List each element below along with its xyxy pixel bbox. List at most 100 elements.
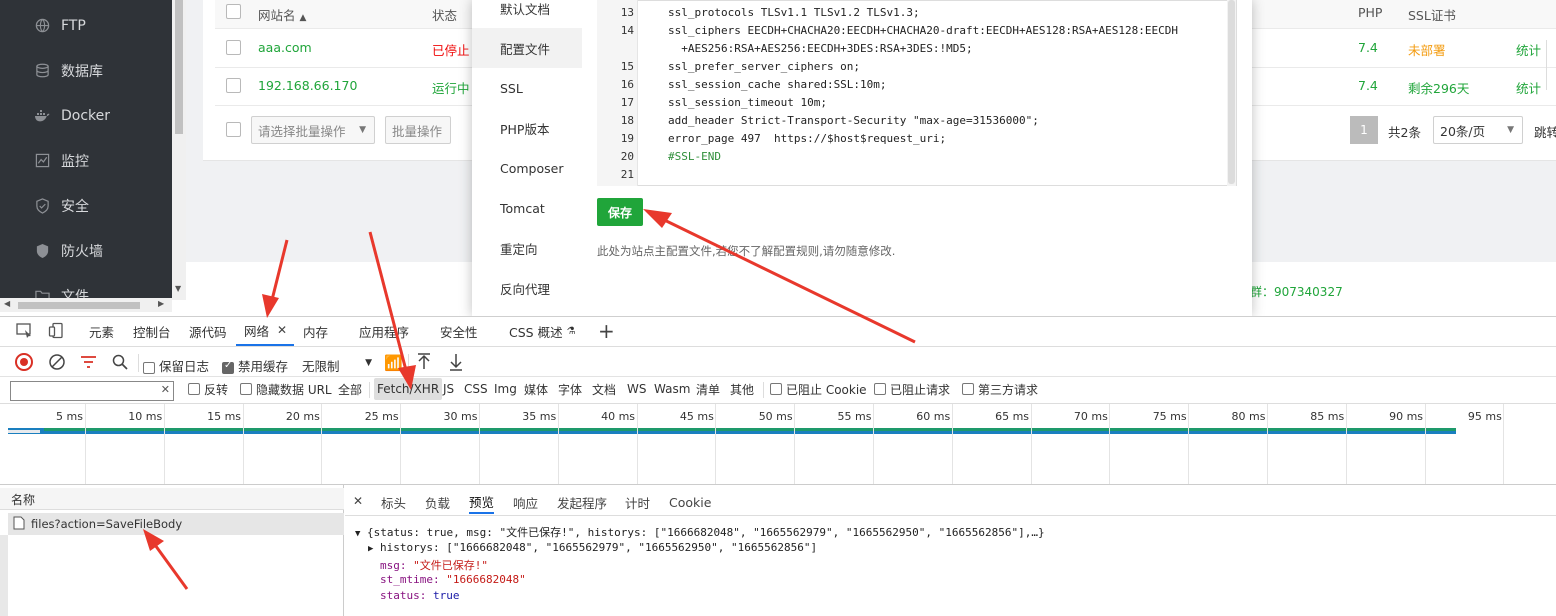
select-all-checkbox[interactable] [226, 4, 241, 19]
blocked-requests-checkbox[interactable]: 已阻止请求 [874, 378, 950, 400]
sidebar-item-database[interactable]: 数据库 [0, 48, 172, 93]
sidebar-item-files[interactable]: 文件 [0, 273, 172, 300]
menu-item-config-file[interactable]: 配置文件 [472, 28, 582, 68]
tab-network[interactable]: 网络 ✕ [236, 316, 294, 346]
filter-media[interactable]: 媒体 [524, 378, 548, 400]
menu-item-redirect[interactable]: 重定向 [472, 228, 582, 268]
page-current[interactable]: 1 [1350, 116, 1378, 144]
sidebar-item-firewall[interactable]: 防火墙 [0, 228, 172, 273]
throttle-select[interactable]: 无限制 ▼ [302, 356, 374, 375]
code-line[interactable]: error_page 497 https://$host$request_uri… [668, 132, 946, 145]
menu-item-reverse-proxy[interactable]: 反向代理 [472, 268, 582, 308]
menu-item-tomcat[interactable]: Tomcat [472, 188, 582, 228]
menu-item-composer[interactable]: Composer [472, 148, 582, 188]
column-header-name[interactable]: 名称 [11, 491, 35, 508]
filter-font[interactable]: 字体 [558, 378, 582, 400]
tab-console[interactable]: 控制台 [133, 316, 171, 346]
checkbox[interactable] [240, 383, 252, 395]
ssl-status[interactable]: 剩余296天 [1408, 78, 1469, 97]
scrollbar-thumb[interactable] [175, 0, 183, 134]
clear-input-icon[interactable]: ✕ [161, 383, 170, 396]
scroll-down-icon[interactable]: ▼ [175, 284, 181, 293]
code-line[interactable]: #SSL-END [668, 150, 721, 163]
tab-security[interactable]: 安全性 [440, 316, 478, 346]
third-party-checkbox[interactable]: 第三方请求 [962, 378, 1038, 400]
tab-payload[interactable]: 负载 [425, 490, 450, 514]
tab-cookies[interactable]: Cookie [669, 490, 711, 514]
tab-initiator[interactable]: 发起程序 [557, 490, 607, 514]
close-detail-icon[interactable]: ✕ [353, 494, 363, 508]
scrollbar-thumb[interactable] [1228, 0, 1235, 184]
filter-input[interactable]: ✕ [10, 381, 174, 401]
sidebar-item-monitor[interactable]: 监控 [0, 138, 172, 183]
ssl-status[interactable]: 未部署 [1408, 40, 1446, 59]
checkbox[interactable] [188, 383, 200, 395]
blocked-cookie-checkbox[interactable]: 已阻止 Cookie [770, 378, 867, 400]
site-name-link[interactable]: aaa.com [258, 40, 312, 55]
code-line-wrap[interactable]: +AES256:RSA+AES256:EECDH+3DES:RSA+3DES:!… [668, 42, 972, 55]
editor-scrollbar[interactable] [1227, 0, 1236, 186]
filter-wasm[interactable]: Wasm [654, 378, 690, 400]
tab-headers[interactable]: 标头 [381, 490, 406, 514]
import-har-icon[interactable] [417, 353, 431, 374]
menu-item-default-doc[interactable]: 默认文档 [472, 0, 582, 28]
filter-icon[interactable] [80, 355, 97, 372]
sidebar-item-security[interactable]: 安全 [0, 183, 172, 228]
code-line[interactable]: ssl_protocols TLSv1.1 TLSv1.2 TLSv1.3; [668, 6, 920, 19]
sidebar-horizontal-scrollbar[interactable]: ◀ ▶ [0, 298, 172, 312]
json-root-toggle[interactable]: ▼ {status: true, msg: "文件已保存!", historys… [355, 524, 1045, 540]
code-line[interactable]: ssl_session_cache shared:SSL:10m; [668, 78, 887, 91]
search-icon[interactable] [112, 354, 128, 373]
tab-preview[interactable]: 预览 [469, 490, 495, 514]
scroll-left-icon[interactable]: ◀ [4, 299, 10, 308]
hide-data-url-checkbox[interactable]: 隐藏数据 URL [240, 378, 332, 400]
code-line[interactable]: ssl_prefer_server_ciphers on; [668, 60, 860, 73]
menu-item-ssl[interactable]: SSL [472, 68, 582, 108]
column-header-name[interactable]: 网站名 ▲ [258, 5, 306, 24]
filter-doc[interactable]: 文档 [592, 378, 616, 400]
filter-js[interactable]: JS [443, 378, 454, 400]
tab-application[interactable]: 应用程序 [359, 316, 409, 346]
export-har-icon[interactable] [449, 353, 463, 374]
row-checkbox[interactable] [226, 78, 241, 93]
tab-css-overview[interactable]: CSS 概述 ⚗ [509, 316, 576, 346]
checkbox[interactable] [962, 383, 974, 395]
tab-response[interactable]: 响应 [513, 490, 538, 514]
tab-elements[interactable]: 元素 [89, 316, 114, 346]
status-badge[interactable]: 已停止 [432, 40, 470, 59]
scrollbar-thumb[interactable] [18, 302, 140, 309]
save-button[interactable]: 保存 [597, 198, 643, 226]
code-line[interactable]: ssl_ciphers EECDH+CHACHA20:EECDH+CHACHA2… [668, 24, 1178, 37]
site-name-link[interactable]: 192.168.66.170 [258, 78, 357, 93]
invert-checkbox[interactable]: 反转 [188, 378, 228, 400]
column-header-status[interactable]: 状态 [432, 5, 457, 24]
menu-item-php-version[interactable]: PHP版本 [472, 108, 582, 148]
tab-sources[interactable]: 源代码 [189, 316, 227, 346]
json-historys-toggle[interactable]: ▶ historys: ["1666682048", "1665562979",… [368, 541, 817, 554]
checkbox[interactable] [222, 360, 234, 374]
code-line[interactable]: ssl_session_timeout 10m; [668, 96, 827, 109]
close-icon[interactable]: ✕ [277, 323, 287, 337]
disable-cache-checkbox[interactable]: 禁用缓存 [222, 356, 288, 375]
stats-link[interactable]: 统计 [1516, 78, 1541, 97]
device-toolbar-icon[interactable] [48, 322, 66, 343]
status-badge[interactable]: 运行中 [432, 78, 470, 97]
page-size-select[interactable]: 20条/页 ▼ [1433, 116, 1523, 144]
preserve-log-checkbox[interactable]: 保留日志 [143, 356, 209, 375]
batch-operation-button[interactable]: 批量操作 [385, 116, 451, 144]
record-icon[interactable] [15, 353, 33, 371]
row-checkbox[interactable] [226, 40, 241, 55]
checkbox[interactable] [770, 383, 782, 395]
batch-select-checkbox[interactable] [226, 122, 241, 137]
sidebar-item-docker[interactable]: Docker [0, 93, 172, 138]
sidebar-item-ftp[interactable]: FTP [0, 3, 172, 48]
network-conditions-icon[interactable]: 📶 [384, 354, 403, 372]
inspect-element-icon[interactable] [16, 323, 34, 342]
filter-css[interactable]: CSS [464, 378, 488, 400]
php-version[interactable]: 7.4 [1358, 78, 1378, 93]
filter-manifest[interactable]: 清单 [696, 378, 720, 400]
request-name[interactable]: files?action=SaveFileBody [31, 517, 182, 531]
clear-icon[interactable] [48, 353, 66, 374]
scroll-right-icon[interactable]: ▶ [158, 299, 164, 308]
php-version[interactable]: 7.4 [1358, 40, 1378, 55]
